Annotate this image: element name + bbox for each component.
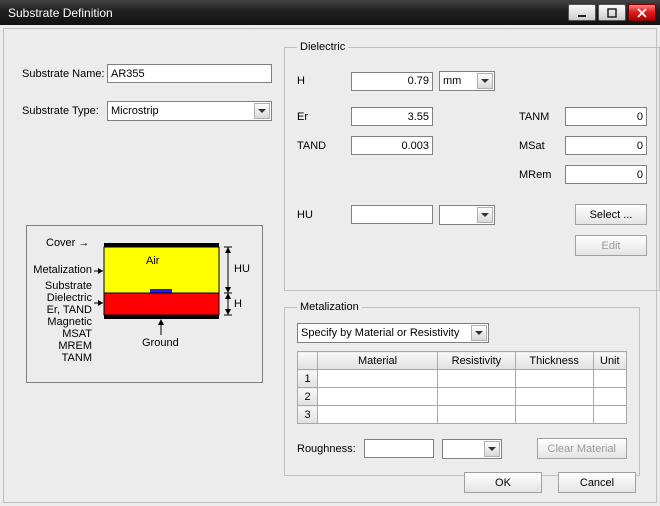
dialog-buttons: OK Cancel [464, 472, 636, 493]
col-resistivity: Resistivity [438, 352, 516, 370]
mrem-label: MRem [519, 169, 559, 181]
er-input[interactable] [351, 107, 433, 126]
substrate-diagram: Cover → Metalization Substrate Dielectri… [26, 225, 263, 383]
substrate-name-input[interactable] [107, 64, 272, 83]
minimize-button[interactable] [568, 4, 596, 21]
hu-label: HU [297, 209, 345, 221]
h-unit-select[interactable]: mm [439, 71, 495, 91]
table-row[interactable]: 2 [298, 388, 627, 406]
dielectric-fieldset: Dielectric H mm Er TANM TAND [284, 41, 660, 291]
dielectric-legend: Dielectric [297, 41, 348, 53]
table-row[interactable]: 1 [298, 370, 627, 388]
titlebar: Substrate Definition [0, 0, 660, 25]
diagram-h-label: H [234, 298, 242, 310]
diagram-ground-label: Ground [142, 337, 179, 349]
ok-button[interactable]: OK [464, 472, 542, 493]
metalization-fieldset: Metalization Specify by Material or Resi… [284, 301, 640, 476]
substrate-name-row: Substrate Name: [22, 64, 272, 83]
roughness-label: Roughness: [297, 443, 356, 455]
maximize-button[interactable] [598, 4, 626, 21]
diagram-ertand-label: Er, TAND [47, 304, 92, 316]
metalization-legend: Metalization [297, 301, 362, 313]
table-row[interactable]: 3 [298, 406, 627, 424]
roughness-input[interactable] [364, 439, 434, 458]
h-label: H [297, 75, 345, 87]
chevron-down-icon [254, 103, 270, 119]
roughness-unit-select[interactable] [442, 439, 502, 459]
window-title: Substrate Definition [8, 6, 568, 20]
diagram-svg [94, 235, 256, 370]
diagram-mrem-label: MREM [58, 340, 92, 352]
diagram-cover-label: Cover → [46, 237, 89, 249]
col-unit: Unit [593, 352, 626, 370]
hu-unit-select[interactable] [439, 205, 495, 225]
left-column: Substrate Name: Substrate Type: Microstr… [22, 64, 272, 139]
substrate-type-label: Substrate Type: [22, 105, 107, 117]
tand-label: TAND [297, 140, 345, 152]
col-thickness: Thickness [515, 352, 593, 370]
tanm-input[interactable] [565, 107, 647, 126]
close-button[interactable] [628, 4, 656, 21]
edit-button: Edit [575, 235, 647, 256]
metalization-table: Material Resistivity Thickness Unit 1 2 [297, 351, 627, 424]
msat-input[interactable] [565, 136, 647, 155]
dialog-window: Substrate Definition Substrate Name: Sub… [0, 0, 660, 506]
window-buttons [568, 4, 656, 21]
diagram-substrate-label: Substrate [45, 280, 92, 292]
diagram-dielectric-label: Dielectric [47, 292, 92, 304]
chevron-down-icon [484, 441, 500, 457]
substrate-name-label: Substrate Name: [22, 68, 107, 80]
h-input[interactable] [351, 72, 433, 91]
diagram-magnetic-label: Magnetic [47, 316, 92, 328]
substrate-type-value: Microstrip [111, 105, 159, 117]
diagram-air-label: Air [146, 255, 159, 267]
metalization-mode-select[interactable]: Specify by Material or Resistivity [297, 323, 489, 343]
msat-label: MSat [519, 140, 559, 152]
er-label: Er [297, 111, 345, 123]
chevron-down-icon [477, 73, 493, 89]
client-area: Substrate Name: Substrate Type: Microstr… [3, 28, 657, 503]
col-material: Material [318, 352, 438, 370]
diagram-tanm-label: TANM [62, 352, 92, 364]
clear-material-button: Clear Material [537, 438, 627, 459]
substrate-type-row: Substrate Type: Microstrip [22, 101, 272, 121]
cancel-button[interactable]: Cancel [558, 472, 636, 493]
h-unit-value: mm [443, 75, 461, 87]
tand-input[interactable] [351, 136, 433, 155]
chevron-down-icon [477, 207, 493, 223]
select-button[interactable]: Select ... [575, 204, 647, 225]
diagram-msat-label: MSAT [62, 328, 92, 340]
substrate-type-select[interactable]: Microstrip [107, 101, 272, 121]
diagram-metalization-label: Metalization [33, 264, 92, 276]
hu-input[interactable] [351, 205, 433, 224]
diagram-hu-label: HU [234, 263, 250, 275]
chevron-down-icon [471, 325, 487, 341]
tanm-label: TANM [519, 111, 559, 123]
metalization-mode-value: Specify by Material or Resistivity [301, 327, 459, 339]
mrem-input[interactable] [565, 165, 647, 184]
